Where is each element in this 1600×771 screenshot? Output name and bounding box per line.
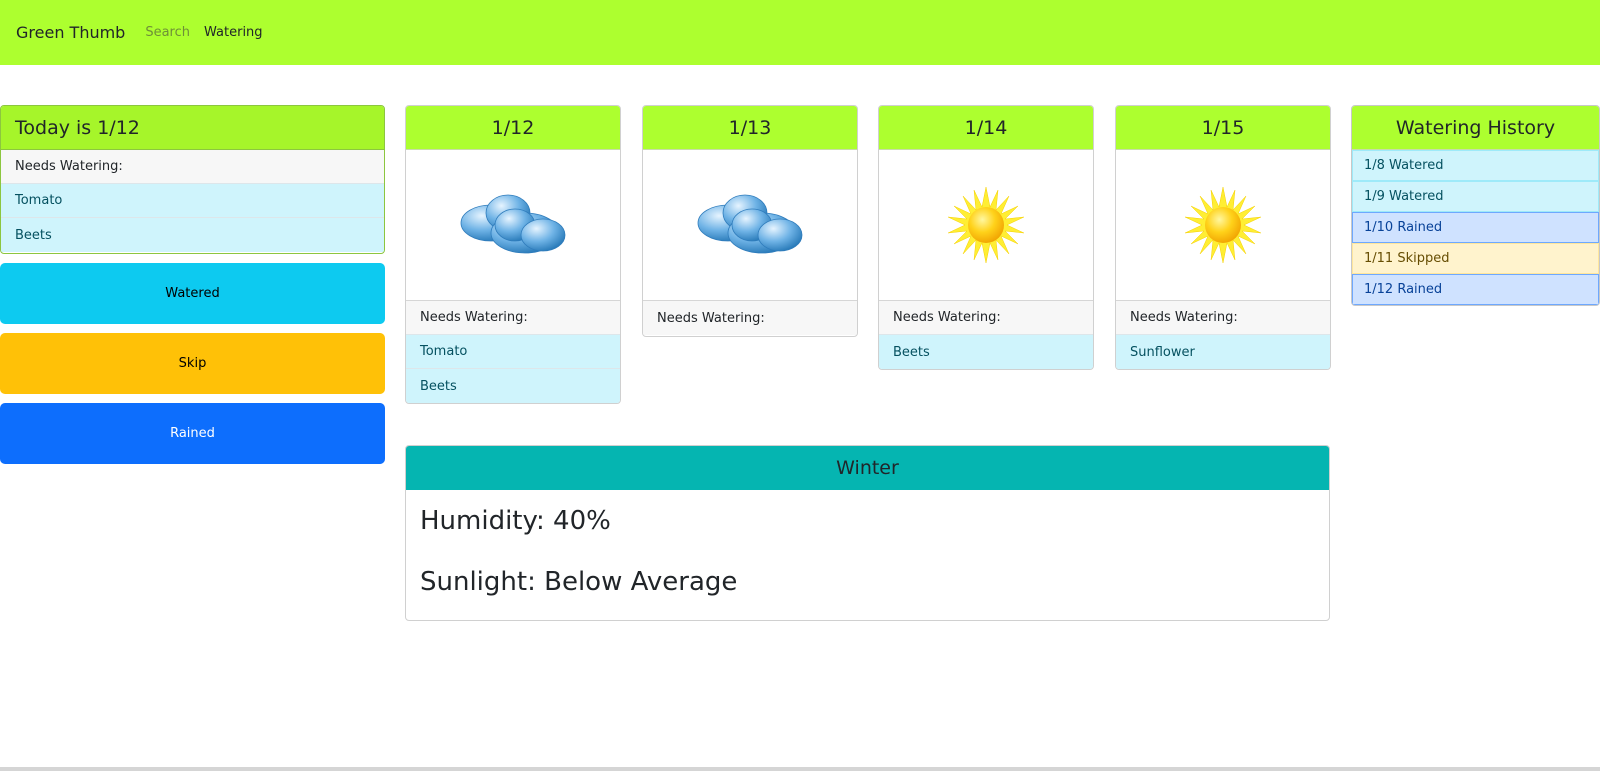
list-item: Beets [1,218,384,252]
nav-link-watering[interactable]: Watering [204,25,263,40]
forecast-card: 1/15 Needs Watering: Sunflower [1115,105,1331,370]
list-item: Beets [406,369,620,403]
nav-link-search[interactable]: Search [145,25,190,40]
history-item: 1/8 Watered [1352,150,1599,181]
history-item: 1/12 Rained [1352,274,1599,305]
cloud-icon [697,194,803,254]
forecast-date: 1/12 [406,106,620,150]
needs-watering-label: Needs Watering: [879,301,1093,335]
list-item: Beets [879,335,1093,369]
weather-image [406,150,620,301]
needs-watering-label: Needs Watering: [406,301,620,335]
watering-history-card: Watering History 1/8 Watered 1/9 Watered… [1351,105,1600,306]
rained-button[interactable]: Rained [0,403,385,464]
humidity-text: Humidity: 40% [420,506,611,536]
cloud-icon [460,194,566,254]
forecast-date: 1/15 [1116,106,1330,150]
horizontal-scrollbar[interactable] [0,767,1600,771]
list-item: Tomato [406,335,620,369]
watered-button[interactable]: Watered [0,263,385,324]
weather-image [879,150,1093,301]
weather-image [1116,150,1330,301]
forecast-card: 1/14 Needs Watering: Beets [878,105,1094,370]
today-card: Today is 1/12 Needs Watering: Tomato Bee… [0,105,385,254]
navbar: Green Thumb Search Watering [0,0,1600,65]
history-item: 1/10 Rained [1352,212,1599,243]
sun-icon [947,186,1025,264]
watering-history-title: Watering History [1352,106,1599,150]
history-item: 1/11 Skipped [1352,243,1599,274]
needs-watering-label: Needs Watering: [1116,301,1330,335]
weather-image [643,150,857,301]
needs-watering-label: Needs Watering: [1,150,384,184]
sunlight-text: Sunlight: Below Average [420,567,738,597]
list-item: Sunflower [1116,335,1330,369]
forecast-card: 1/12 Needs Watering: Tomato Beets [405,105,621,404]
needs-watering-label: Needs Watering: [643,301,857,335]
forecast-date: 1/14 [879,106,1093,150]
history-item: 1/9 Watered [1352,181,1599,212]
skip-button[interactable]: Skip [0,333,385,394]
season-title: Winter [406,446,1329,490]
sun-icon [1184,186,1262,264]
today-title: Today is 1/12 [1,106,384,150]
forecast-card: 1/13 Needs Watering: [642,105,858,337]
list-item: Tomato [1,184,384,218]
forecast-date: 1/13 [643,106,857,150]
brand-link[interactable]: Green Thumb [16,23,125,42]
season-card: Winter Humidity: 40% Sunlight: Below Ave… [405,445,1330,621]
